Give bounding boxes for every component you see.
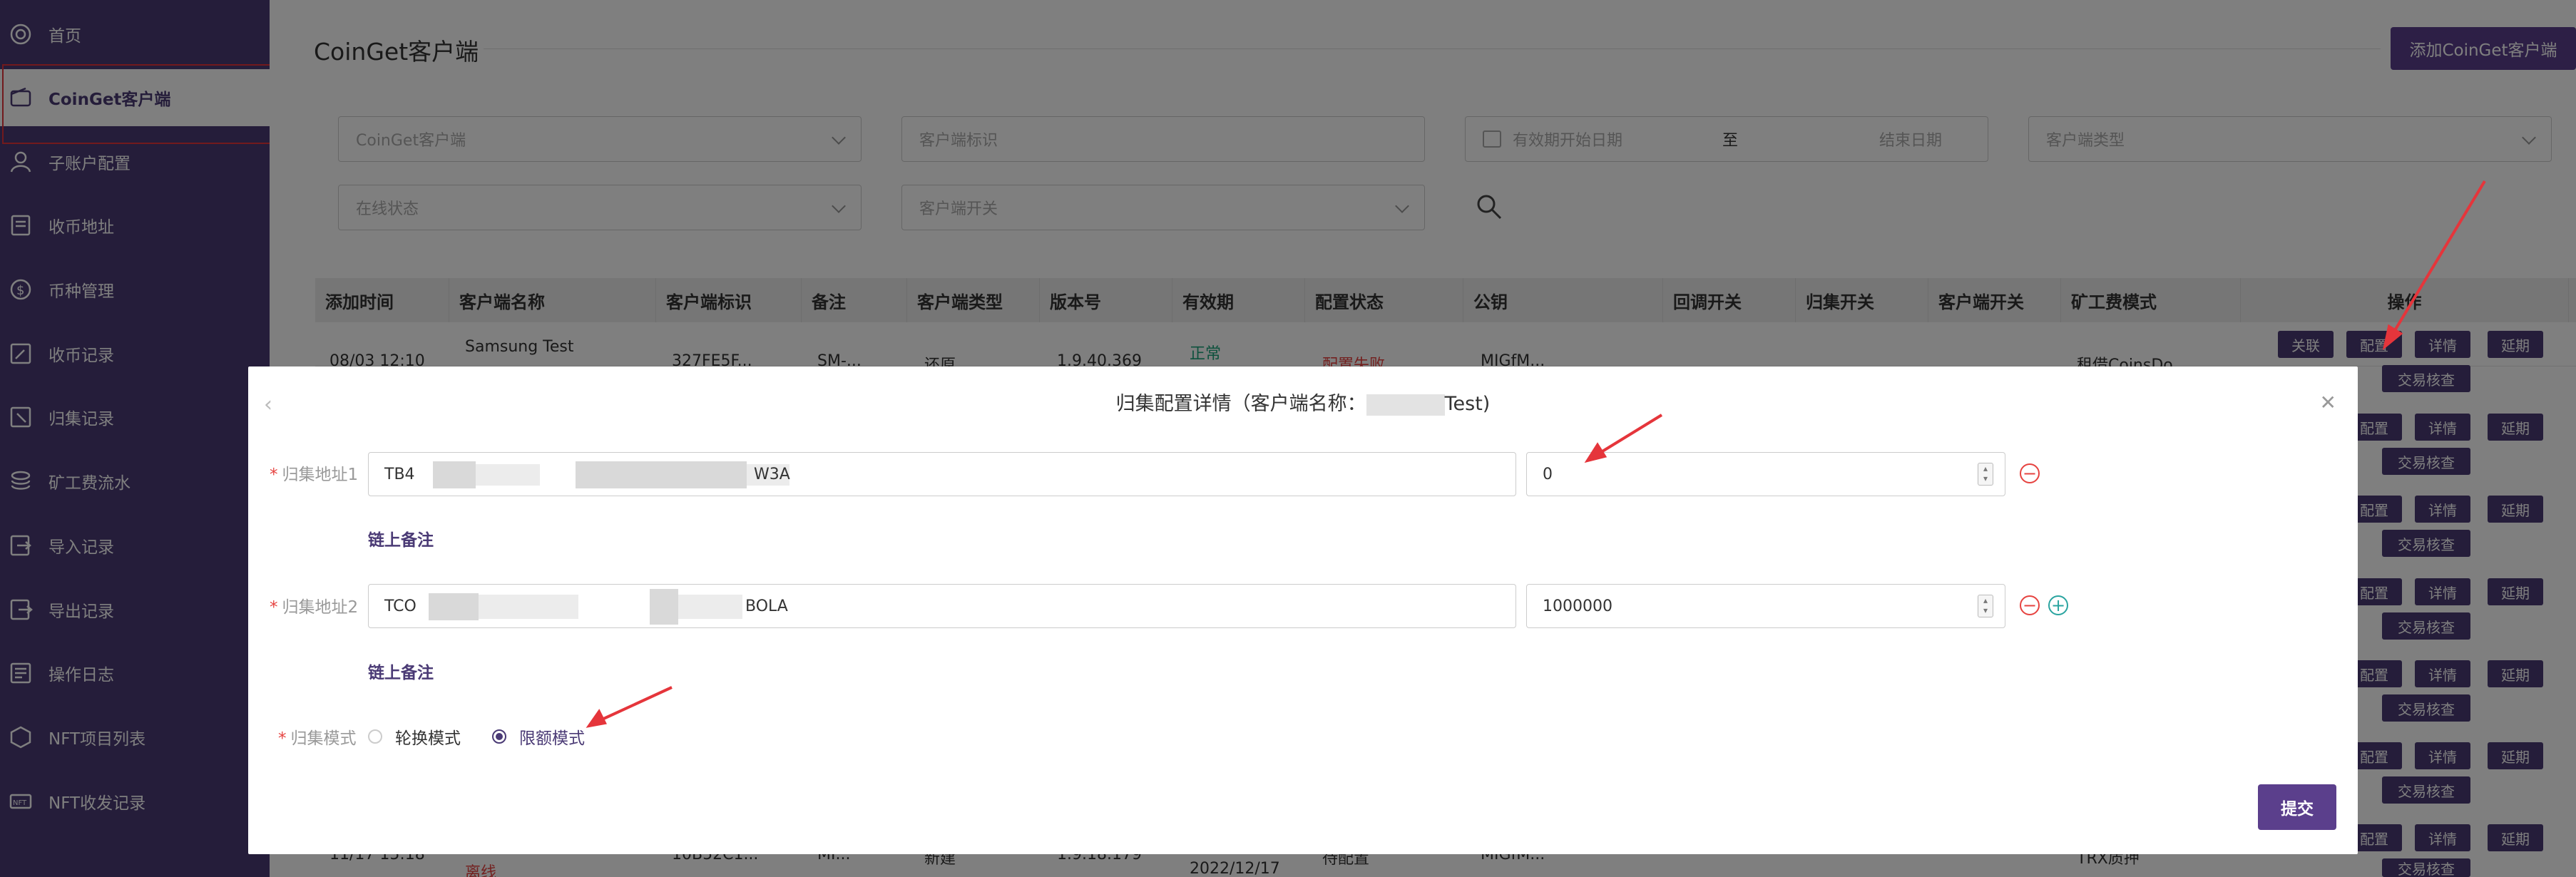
redacted-block xyxy=(576,461,747,488)
redacted-block xyxy=(479,595,578,619)
redacted-name xyxy=(1366,394,1445,416)
modal-title: 归集配置详情（客户端名称： Test) xyxy=(248,388,2358,416)
redacted-block xyxy=(433,461,476,488)
redacted-block xyxy=(429,593,479,620)
limit-mode-radio[interactable]: 限额模式 xyxy=(492,724,585,749)
close-icon[interactable]: ✕ xyxy=(2320,391,2336,414)
remove-address1-icon[interactable]: − xyxy=(2020,463,2040,483)
address2-amount-input[interactable]: 1000000 ▴ ▾ xyxy=(1526,584,2005,628)
chain-note-link[interactable]: 链上备注 xyxy=(368,526,434,550)
stepper-icon[interactable]: ▴ ▾ xyxy=(1978,595,1993,617)
address2-input[interactable]: TCO BOLA xyxy=(368,584,1516,628)
mode-label: * 归集模式 xyxy=(278,729,357,748)
address1-amount-input[interactable]: 0 ▴ ▾ xyxy=(1526,452,2005,496)
modal-title-text: 归集配置详情（客户端名称： xyxy=(1115,393,1366,415)
address1-label: * 归集地址1 xyxy=(270,466,359,484)
redacted-block xyxy=(650,589,678,625)
redacted-block xyxy=(678,595,742,619)
rotation-mode-radio[interactable]: 轮换模式 xyxy=(368,724,461,749)
stepper-icon[interactable]: ▴ ▾ xyxy=(1978,463,1993,486)
submit-button[interactable]: 提交 xyxy=(2258,784,2336,830)
address2-label: * 归集地址2 xyxy=(270,598,359,617)
collection-config-modal: ‹ 归集配置详情（客户端名称： Test) ✕ * 归集地址1 TB4 W3A 0 … xyxy=(248,366,2358,854)
add-address-icon[interactable]: + xyxy=(2048,595,2068,615)
address1-input[interactable]: TB4 W3A xyxy=(368,452,1516,496)
remove-address2-icon[interactable]: − xyxy=(2020,595,2040,615)
modal-title-name: Test) xyxy=(1444,393,1491,415)
redacted-block xyxy=(476,464,540,486)
chain-note-link[interactable]: 链上备注 xyxy=(368,659,434,683)
